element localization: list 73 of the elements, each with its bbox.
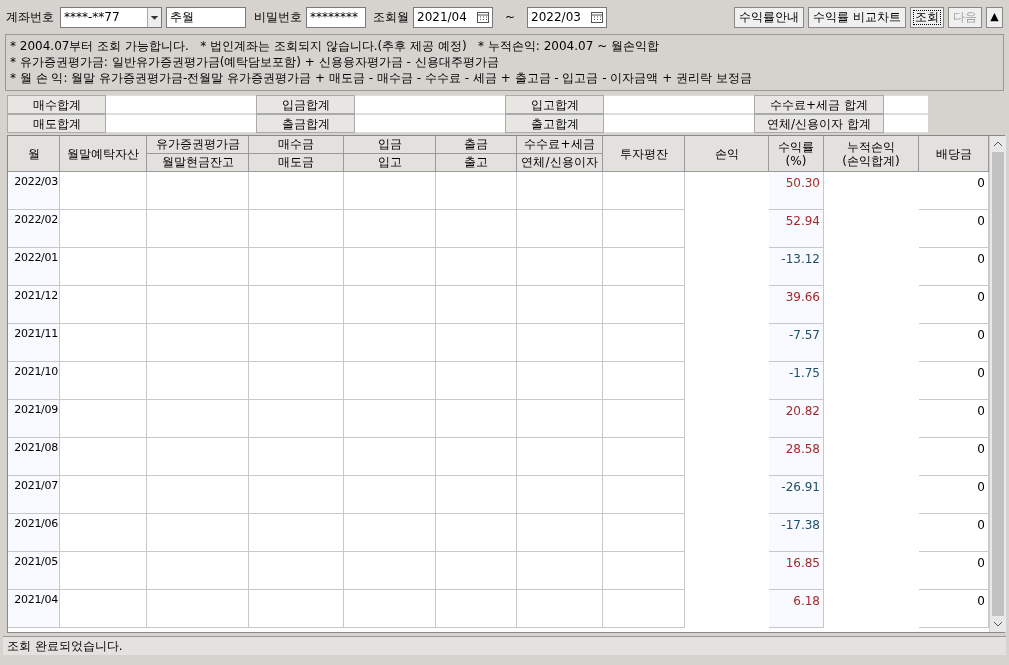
period-separator: ~ <box>505 9 516 26</box>
month-cell: 2021/12 <box>8 286 60 324</box>
month-cell: 2021/10 <box>8 362 60 400</box>
column-header: 투자평잔 <box>603 136 685 172</box>
column-header: 수익률 (%) <box>769 136 824 172</box>
month-cell: 2021/05 <box>8 552 60 590</box>
account-label: 계좌번호 <box>6 9 54 26</box>
column-header: 월말현금잔고 <box>147 154 249 172</box>
month-cell: 2022/03 <box>8 172 60 210</box>
return-rate-cell: -17.38 <box>769 514 824 552</box>
column-header: 배당금 <box>919 136 989 172</box>
toolbar-button[interactable]: 수익률 비교차트 <box>808 6 906 28</box>
period-label: 조회월 <box>373 9 409 26</box>
password-label: 비밀번호 <box>254 9 302 26</box>
return-rate-cell: -13.12 <box>769 248 824 286</box>
column-header: 매수금 <box>249 136 344 154</box>
summary-label: 입고합계 <box>505 95 604 114</box>
return-rate-cell: 16.85 <box>769 552 824 590</box>
return-rate-cell: 20.82 <box>769 400 824 438</box>
month-cell: 2021/11 <box>8 324 60 362</box>
column-header: 출금 <box>436 136 517 154</box>
summary-label: 수수료+세금 합계 <box>754 95 884 114</box>
account-name-field: 추월 <box>166 6 246 28</box>
toolbar-button[interactable]: 수익률안내 <box>734 6 805 28</box>
column-header: 월 <box>8 136 60 172</box>
summary-label: 매수합계 <box>7 95 106 114</box>
summary-value <box>884 114 928 133</box>
column-header: 누적손익 (손익합계) <box>824 136 919 172</box>
month-cell: 2021/06 <box>8 514 60 552</box>
column-header: 입고 <box>344 154 436 172</box>
summary-label: 입금합계 <box>256 95 355 114</box>
calendar-icon[interactable] <box>591 11 604 23</box>
scroll-thumb[interactable] <box>992 152 1004 616</box>
calendar-icon[interactable] <box>477 11 489 23</box>
summary-value <box>884 95 928 114</box>
return-rate-cell: 28.58 <box>769 438 824 476</box>
column-header: 수수료+세금 <box>517 136 603 154</box>
period-from-field[interactable]: 2021/04 <box>413 6 493 28</box>
return-rate-cell: 52.94 <box>769 210 824 248</box>
note-text: * 유가증권평가금: 일반유가증권평가금(예탁담보포함) + 신용융자평가금 - 신용대주평가금 <box>10 54 500 70</box>
column-header: 출고 <box>436 154 517 172</box>
month-cell: 2021/04 <box>8 590 60 628</box>
summary-label: 연체/신용이자 합계 <box>754 114 884 133</box>
account-dropdown[interactable]: ****-**77 <box>60 6 162 28</box>
summary-label: 출금합계 <box>256 114 355 133</box>
scrollbar[interactable] <box>989 136 1006 632</box>
return-rate-cell: -7.57 <box>769 324 824 362</box>
password-field[interactable]: ******** <box>306 6 366 28</box>
summary-label: 매도합계 <box>7 114 106 133</box>
column-header: 매도금 <box>249 154 344 172</box>
return-rate-cell: 50.30 <box>769 172 824 210</box>
return-rate-cell: -1.75 <box>769 362 824 400</box>
note-text: * 2004.07부터 조회 가능합니다. * 법인계좌는 조회되지 않습니다.(추후 제공 예정) * 누적손익: 2004.07 ~ 월손익합 <box>10 38 660 54</box>
note-text: * 월 손 익: 월말 유가증권평가금-전월말 유가증권평가금 + 매도금 - 매수금 - 수수료 - 세금 + 출고금 - 입고금 - 이자금액 + 권리락 보정금 <box>10 70 753 86</box>
return-rate-cell: 39.66 <box>769 286 824 324</box>
month-cell: 2022/01 <box>8 248 60 286</box>
column-header: 유가증권평가금 <box>147 136 249 154</box>
period-to-field[interactable]: 2022/03 <box>527 6 608 28</box>
month-cell: 2021/07 <box>8 476 60 514</box>
month-cell: 2021/08 <box>8 438 60 476</box>
status-bar: 조회 완료되었습니다. <box>3 636 1006 655</box>
month-cell: 2022/02 <box>8 210 60 248</box>
column-header: 연체/신용이자 <box>517 154 603 172</box>
summary-label: 출고합계 <box>505 114 604 133</box>
return-rate-cell: 6.18 <box>769 590 824 628</box>
toolbar-button[interactable]: 조회 <box>910 6 944 28</box>
collapse-button[interactable]: ▲ <box>986 6 1003 28</box>
return-rate-cell: -26.91 <box>769 476 824 514</box>
column-header: 월말예탁자산 <box>60 136 147 172</box>
column-header: 입금 <box>344 136 436 154</box>
dropdown-caret-icon[interactable] <box>147 7 161 27</box>
column-header: 손익 <box>685 136 769 172</box>
month-cell: 2021/09 <box>8 400 60 438</box>
